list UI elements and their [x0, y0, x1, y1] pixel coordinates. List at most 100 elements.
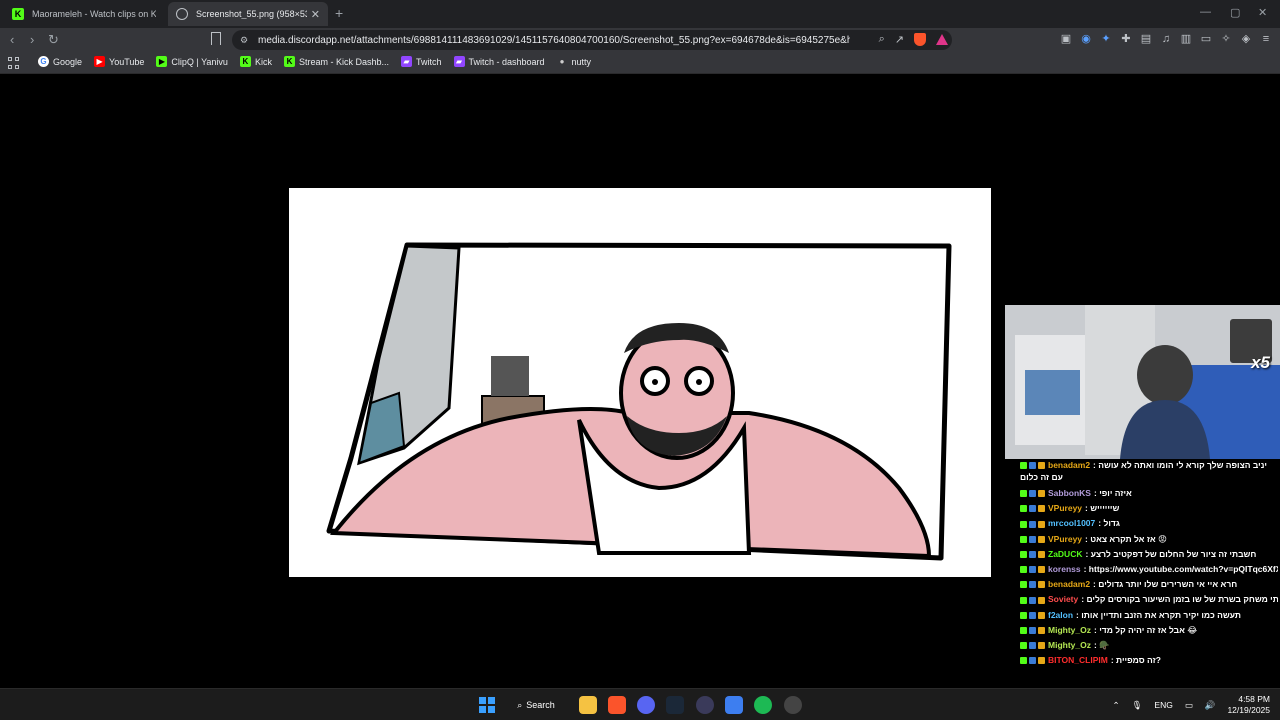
chat-message: Soviety: הייתי משחק בשרת של שו בזמן השיע…: [1020, 592, 1278, 607]
chat-message: Mighty_Oz: אבל אז זה יהיה קל מדי 😂: [1020, 623, 1278, 638]
badge-icon: [1038, 611, 1045, 619]
wallet-icon[interactable]: ▭: [1200, 33, 1212, 45]
badge-icon: [1020, 462, 1027, 470]
badge-icon: [1020, 581, 1027, 589]
microphone-icon[interactable]: 🎙: [1132, 700, 1143, 711]
bookmark-icon[interactable]: [211, 32, 221, 45]
chat-username[interactable]: mrcool1007: [1048, 516, 1095, 531]
chat-message: mrcool1007: גדול: [1020, 516, 1278, 531]
chat-text: : תעשה כמו יקיר תקרא את הזנב ותדיין אותו: [1076, 609, 1241, 620]
discord-icon[interactable]: [637, 696, 655, 714]
address-bar[interactable]: ⚙ media.discordapp.net/attachments/69881…: [232, 30, 952, 50]
bookmark-twitch[interactable]: ▰ Twitch: [400, 56, 442, 67]
obs-icon[interactable]: [784, 696, 802, 714]
leo-icon[interactable]: ✧: [1220, 33, 1232, 45]
user-badges: [1020, 505, 1045, 513]
extension-icon[interactable]: ✦: [1100, 33, 1112, 45]
url-text[interactable]: media.discordapp.net/attachments/6988141…: [258, 35, 850, 46]
chat-text: : זה סמפיית?: [1110, 655, 1161, 666]
share-icon[interactable]: ↗: [895, 33, 904, 46]
chat-username[interactable]: f2alon: [1048, 608, 1073, 623]
chat-username[interactable]: Mighty_Oz: [1048, 638, 1091, 653]
clipq-icon: ▶: [156, 56, 168, 67]
badge-icon: [1020, 596, 1027, 604]
brave-rewards-icon[interactable]: [936, 34, 948, 45]
bookmark-clipq[interactable]: ▶ ClipQ | Yanivu: [156, 56, 228, 67]
badge-icon: [1020, 626, 1027, 634]
back-icon[interactable]: ‹: [10, 32, 14, 47]
bookmark-twitch-dashboard[interactable]: ▰ Twitch - dashboard: [453, 56, 545, 67]
chat-username[interactable]: Soviety: [1048, 592, 1078, 607]
tab-screenshot[interactable]: Screenshot_55.png (958×530) ✕: [168, 2, 328, 26]
search-button[interactable]: ⌕ Search: [508, 694, 564, 716]
volume-icon[interactable]: 🔊: [1205, 700, 1216, 711]
chevron-up-icon[interactable]: ⌃: [1112, 700, 1119, 711]
chat-message: SabbonKS: איזה יופי: [1020, 486, 1278, 501]
zoom-icon[interactable]: ⌕: [879, 33, 885, 46]
file-explorer-icon[interactable]: [579, 696, 597, 714]
reload-icon[interactable]: ↻: [48, 32, 59, 48]
tab-label: Screenshot_55.png (958×530): [196, 9, 307, 19]
chat-username[interactable]: benadam2: [1048, 460, 1090, 470]
clock[interactable]: 4:58 PM 12/19/2025: [1227, 694, 1270, 716]
chat-username[interactable]: VPureyy: [1048, 532, 1082, 547]
badge-icon: [1038, 657, 1045, 665]
user-badges: [1020, 611, 1045, 619]
chat-username[interactable]: Mighty_Oz: [1048, 623, 1091, 638]
puzzle-icon[interactable]: ✚: [1120, 33, 1132, 45]
bookmark-kick[interactable]: K Kick: [239, 56, 272, 67]
badge-icon: [1038, 462, 1045, 470]
chat-username[interactable]: ZaDUCK: [1048, 547, 1082, 562]
chat-message: Mighty_Oz: 🪖: [1020, 638, 1278, 653]
close-tab-icon[interactable]: ✕: [311, 8, 320, 21]
chat-username[interactable]: VPureyy: [1048, 501, 1082, 516]
display-icon[interactable]: ▭: [1185, 700, 1193, 711]
extension-icon[interactable]: ▣: [1060, 33, 1072, 45]
badge-icon: [1020, 490, 1027, 498]
badge-icon: [1029, 626, 1036, 634]
new-tab-icon[interactable]: +: [335, 5, 343, 21]
window-close-icon[interactable]: ✕: [1258, 6, 1267, 19]
extension-icon[interactable]: ◉: [1080, 33, 1092, 45]
site-info-icon[interactable]: ⚙: [240, 35, 250, 46]
sidebar-icon[interactable]: ▥: [1180, 33, 1192, 45]
language-indicator[interactable]: ENG: [1154, 700, 1172, 710]
spotify-icon[interactable]: [754, 696, 772, 714]
media-icon[interactable]: ♫: [1160, 33, 1172, 45]
extension-icon[interactable]: ▤: [1140, 33, 1152, 45]
drawing-illustration: [326, 242, 952, 561]
app-icon[interactable]: [725, 696, 743, 714]
apps-grid-icon[interactable]: [8, 57, 20, 69]
user-badges: [1020, 596, 1045, 604]
bookmark-nutty[interactable]: ● nutty: [557, 56, 591, 67]
vpn-icon[interactable]: ◈: [1240, 33, 1252, 45]
chat-message: benadam2: חרא איי אי השרירים שלו יותר גד…: [1020, 577, 1278, 592]
tab-kick[interactable]: K Maorameleh - Watch clips on Kick: [4, 2, 164, 26]
maximize-icon[interactable]: ▢: [1230, 6, 1240, 19]
user-badges: [1020, 566, 1045, 574]
brave-icon[interactable]: [608, 696, 626, 714]
chat-text: : אבל אז זה יהיה קל מדי 😂: [1093, 624, 1198, 635]
start-icon[interactable]: [479, 697, 495, 713]
chat-username[interactable]: BITON_CLIPIM: [1048, 653, 1108, 668]
bookmark-label: Google: [53, 56, 83, 67]
brave-shields-icon[interactable]: [914, 33, 926, 46]
bookmark-google[interactable]: G Google: [38, 56, 82, 67]
chat-message: korenss: https://www.youtube.com/watch?v…: [1020, 562, 1278, 577]
badge-icon: [1038, 596, 1045, 604]
chat-username[interactable]: SabbonKS: [1048, 486, 1091, 501]
minimize-icon[interactable]: —: [1200, 6, 1211, 18]
bookmark-youtube[interactable]: ▶ YouTube: [94, 56, 144, 67]
extensions-area: ▣ ◉ ✦ ✚ ▤ ♫ ▥ ▭ ✧ ◈ ≡: [1060, 33, 1272, 45]
chat-username[interactable]: korenss: [1048, 562, 1081, 577]
bookmark-kick-dashboard[interactable]: K Stream - Kick Dashb...: [283, 56, 389, 67]
badge-icon: [1020, 535, 1027, 543]
user-badges: [1020, 657, 1045, 665]
chat-username[interactable]: benadam2: [1048, 577, 1090, 592]
screenshot-image[interactable]: [289, 188, 991, 577]
forward-icon[interactable]: ›: [30, 32, 34, 47]
app-icon[interactable]: [696, 696, 714, 714]
steam-icon[interactable]: [666, 696, 684, 714]
badge-icon: [1020, 505, 1027, 513]
menu-icon[interactable]: ≡: [1260, 33, 1272, 45]
